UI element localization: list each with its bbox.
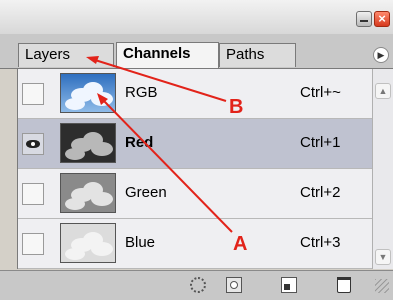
arrow-up-icon: ▲ (378, 86, 388, 96)
annotation-label-b: B (229, 96, 244, 118)
trash-icon[interactable] (337, 277, 351, 293)
channel-thumbnail (60, 123, 116, 163)
scroll-up-button[interactable]: ▲ (375, 83, 391, 99)
channel-row-red[interactable]: Red Ctrl+1 (18, 119, 373, 169)
visibility-toggle[interactable] (22, 133, 44, 155)
visibility-toggle[interactable] (22, 83, 44, 105)
tab-paths[interactable]: Paths (219, 43, 296, 67)
channel-shortcut: Ctrl+2 (300, 184, 341, 201)
tab-strip: Layers Channels Paths ▶ (0, 34, 393, 69)
channel-shortcut: Ctrl+3 (300, 234, 341, 251)
channel-thumbnail (60, 173, 116, 213)
save-selection-icon[interactable] (226, 277, 242, 293)
channel-name: Red (125, 134, 154, 151)
minimize-button[interactable] (356, 11, 372, 27)
visibility-toggle[interactable] (22, 233, 44, 255)
scroll-down-button[interactable]: ▼ (375, 249, 391, 265)
panel-menu-button[interactable]: ▶ (373, 47, 389, 63)
channel-thumbnail (60, 73, 116, 113)
channel-row-rgb[interactable]: RGB Ctrl+~ (18, 69, 373, 119)
channel-name: Green (125, 184, 167, 201)
eye-icon (26, 140, 40, 148)
channel-shortcut: Ctrl+1 (300, 134, 341, 151)
visibility-toggle[interactable] (22, 183, 44, 205)
annotation-label-a: A (233, 233, 248, 255)
tab-channels[interactable]: Channels (116, 42, 219, 68)
channel-name: RGB (125, 84, 158, 101)
arrow-down-icon: ▼ (378, 252, 388, 262)
channel-list: RGB Ctrl+~ Red Ctrl+1 Green Ctrl+2 Blue … (17, 69, 373, 269)
resize-grip[interactable] (375, 279, 389, 293)
new-channel-icon[interactable] (281, 277, 297, 293)
vertical-scrollbar[interactable]: ▲ ▼ (372, 69, 393, 269)
channel-row-green[interactable]: Green Ctrl+2 (18, 169, 373, 219)
close-button[interactable]: × (374, 11, 390, 27)
tab-layers[interactable]: Layers (18, 43, 114, 67)
close-icon: × (378, 11, 386, 26)
channel-name: Blue (125, 234, 156, 251)
channel-shortcut: Ctrl+~ (300, 84, 341, 101)
channel-thumbnail (60, 223, 116, 263)
panel-title-bar: × (0, 0, 393, 35)
load-selection-icon[interactable] (190, 277, 206, 293)
arrow-right-icon: ▶ (377, 50, 385, 60)
panel-toolbar (0, 270, 393, 300)
channel-row-blue[interactable]: Blue Ctrl+3 (18, 219, 373, 269)
